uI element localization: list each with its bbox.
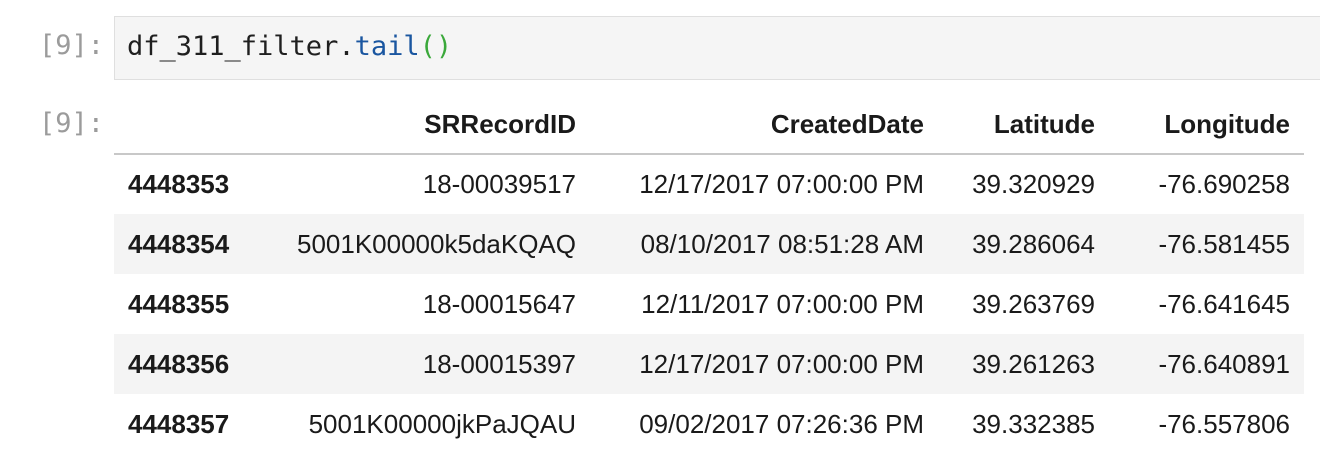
cell-longitude: -76.581455 <box>1158 228 1290 259</box>
code-object: df_311_filter. <box>127 31 355 62</box>
cell-srrecordid: 5001K00000jkPaJQAU <box>308 408 576 439</box>
code-method: tail <box>354 31 420 62</box>
cell-latitude: 39.286064 <box>972 228 1095 259</box>
output-cell: [9]: SRRecordID CreatedDate Latitude Lon… <box>0 96 1320 458</box>
cell-longitude: -76.640891 <box>1158 348 1290 379</box>
table-row: 4448355 18-00015647 12/11/2017 07:00:00 … <box>114 274 1304 334</box>
code-parens: () <box>419 31 453 62</box>
dataframe-table: SRRecordID CreatedDate Latitude Longitud… <box>114 96 1304 454</box>
table-row: 4448356 18-00015397 12/17/2017 07:00:00 … <box>114 334 1304 394</box>
code-cell[interactable]: [9]: df_311_filter.tail() <box>0 16 1320 82</box>
cell-createddate: 09/02/2017 07:26:36 PM <box>639 408 924 439</box>
header-row: SRRecordID CreatedDate Latitude Longitud… <box>114 96 1304 155</box>
row-index: 4448355 <box>128 288 230 319</box>
header-longitude: Longitude <box>1109 96 1304 155</box>
dataframe-output: SRRecordID CreatedDate Latitude Longitud… <box>114 96 1306 454</box>
cell-latitude: 39.332385 <box>972 408 1095 439</box>
cell-longitude: -76.641645 <box>1158 288 1290 319</box>
table-row: 4448353 18-00039517 12/17/2017 07:00:00 … <box>114 154 1304 214</box>
header-srrecordid: SRRecordID <box>272 96 590 155</box>
cell-longitude: -76.557806 <box>1158 408 1290 439</box>
row-index: 4448356 <box>128 348 230 379</box>
input-prompt: [9]: <box>38 30 104 61</box>
table-row: 4448354 5001K00000k5daKQAQ 08/10/2017 08… <box>114 214 1304 274</box>
row-index: 4448353 <box>128 169 230 199</box>
cell-srrecordid: 5001K00000k5daKQAQ <box>297 228 576 259</box>
header-latitude: Latitude <box>938 96 1109 155</box>
cell-createddate: 12/17/2017 07:00:00 PM <box>639 169 924 199</box>
cell-latitude: 39.320929 <box>972 169 1095 199</box>
cell-longitude: -76.690258 <box>1158 169 1290 199</box>
table-row: 4448357 5001K00000jkPaJQAU 09/02/2017 07… <box>114 394 1304 454</box>
cell-srrecordid: 18-00015647 <box>422 288 576 319</box>
cell-createddate: 12/17/2017 07:00:00 PM <box>639 348 924 379</box>
cell-createddate: 08/10/2017 08:51:28 AM <box>640 228 924 259</box>
code-line: df_311_filter.tail() <box>127 31 452 62</box>
cell-srrecordid: 18-00015397 <box>422 348 576 379</box>
notebook: [9]: df_311_filter.tail() [9]: SRRecordI… <box>0 0 1320 458</box>
output-prompt: [9]: <box>38 108 104 139</box>
cell-createddate: 12/11/2017 07:00:00 PM <box>641 288 924 319</box>
cell-srrecordid: 18-00039517 <box>422 169 576 199</box>
code-editor[interactable]: df_311_filter.tail() <box>114 16 1320 80</box>
header-createddate: CreatedDate <box>590 96 938 155</box>
row-index: 4448354 <box>128 228 230 259</box>
cell-latitude: 39.263769 <box>972 288 1095 319</box>
header-index <box>114 96 272 155</box>
row-index: 4448357 <box>128 408 230 439</box>
cell-latitude: 39.261263 <box>972 348 1095 379</box>
